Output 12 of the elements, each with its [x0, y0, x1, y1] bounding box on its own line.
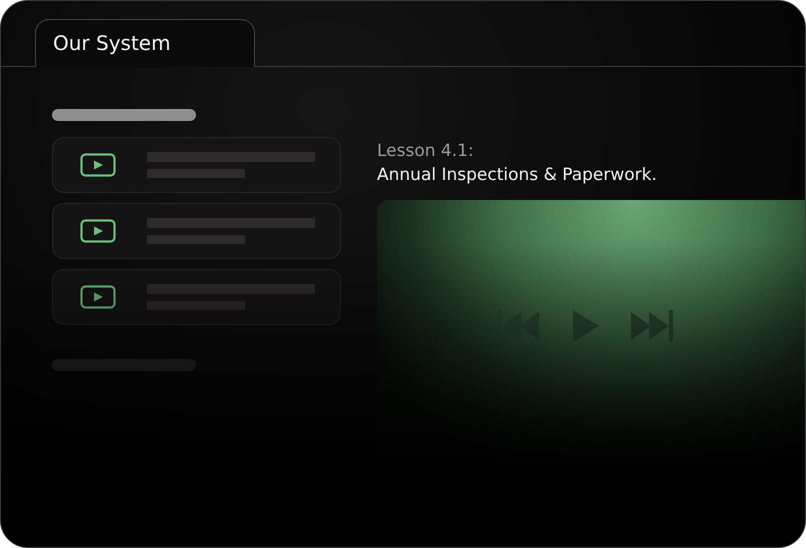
lesson-title: Annual Inspections & Paperwork. — [377, 164, 658, 187]
play-icon[interactable] — [573, 310, 599, 342]
skip-back-icon[interactable] — [497, 310, 541, 342]
lesson-number: Lesson 4.1: — [377, 140, 475, 163]
lesson-card[interactable] — [52, 137, 341, 193]
play-icon — [80, 285, 116, 309]
play-icon — [80, 153, 116, 177]
lesson-card[interactable] — [52, 269, 341, 325]
skip-forward-icon[interactable] — [631, 310, 675, 342]
play-icon — [80, 219, 116, 243]
lesson-card[interactable] — [52, 203, 341, 259]
tab[interactable]: Our System — [35, 19, 255, 67]
